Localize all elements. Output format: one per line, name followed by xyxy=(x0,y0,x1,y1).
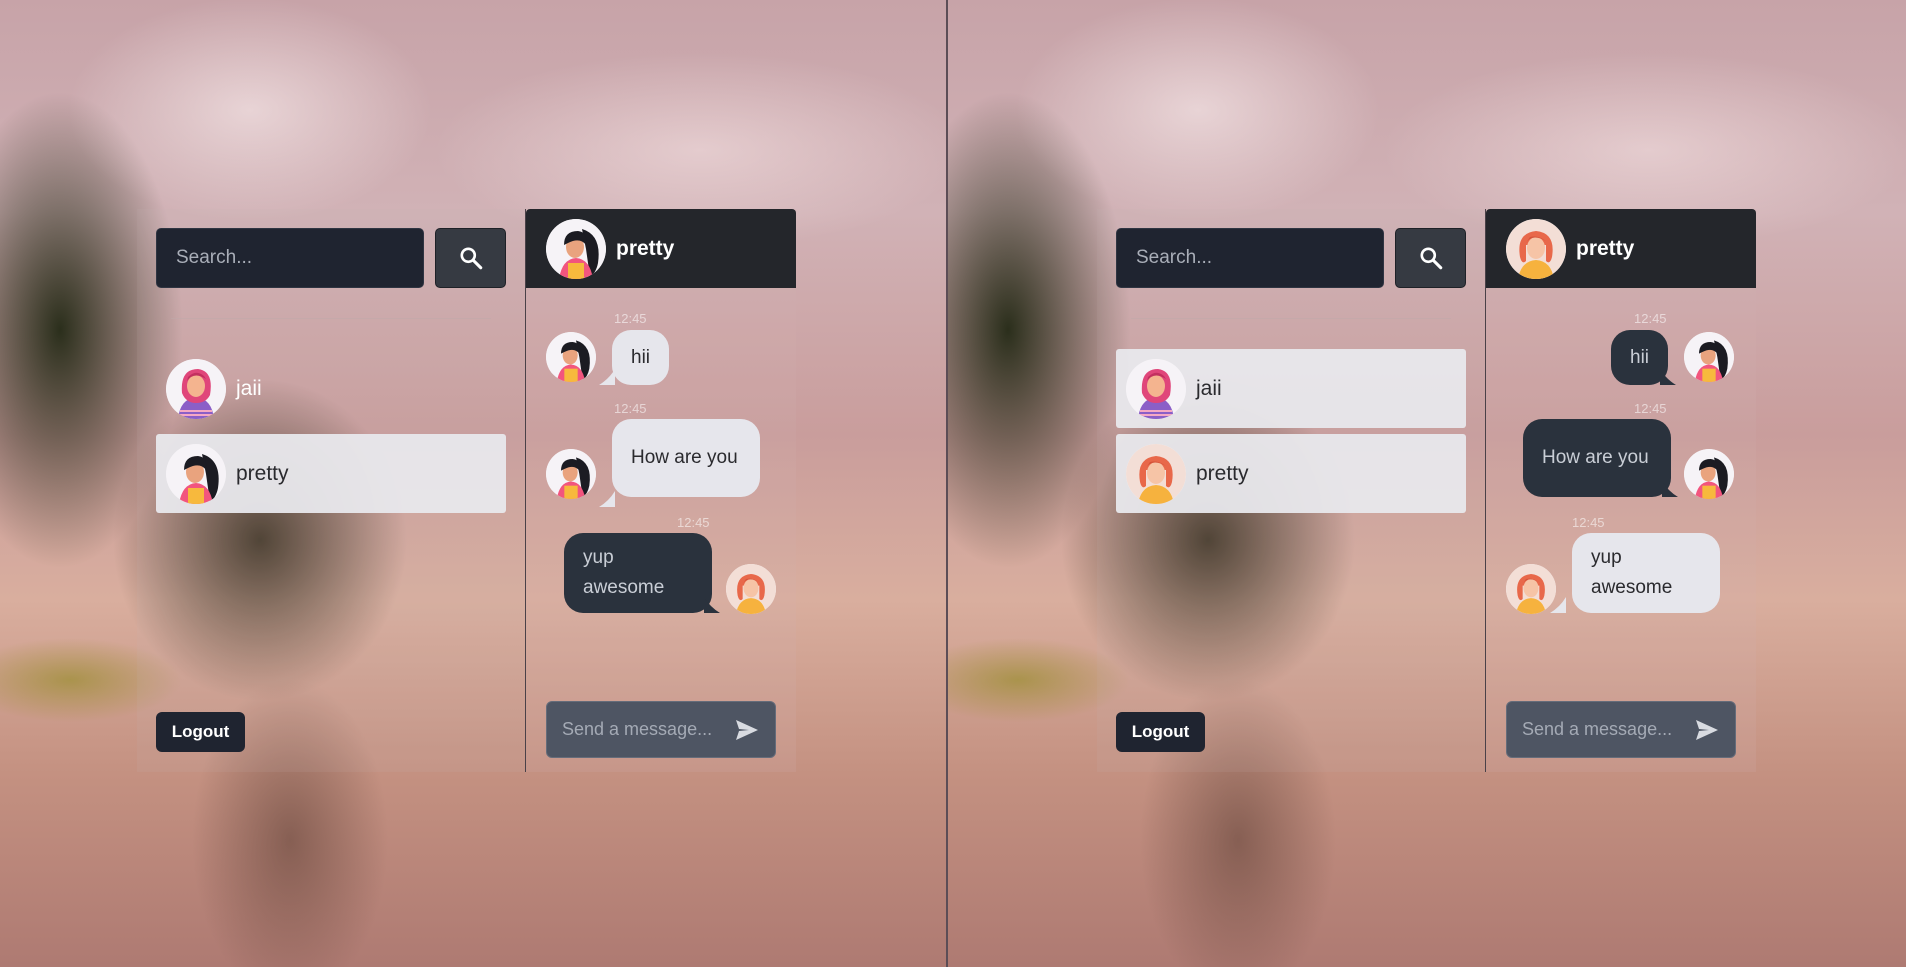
message-time: 12:45 xyxy=(1572,515,1605,530)
user-name: pretty xyxy=(1196,461,1249,485)
bubble-tail xyxy=(704,597,720,613)
avatar xyxy=(1506,564,1556,614)
right-pane: Search... jaii pretty Logout pretty 12:4… xyxy=(948,0,1906,967)
bubble-tail xyxy=(599,491,615,507)
chat-title: pretty xyxy=(1576,236,1635,260)
avatar xyxy=(1126,358,1186,419)
chat-app-card: Search... jaii pretty Logout pretty 12:4… xyxy=(1097,209,1756,772)
avatar xyxy=(546,332,596,382)
message-placeholder: Send a message... xyxy=(562,719,713,739)
message-time: 12:45 xyxy=(1634,311,1667,326)
search-icon xyxy=(1419,247,1442,270)
bubble-tail xyxy=(1662,481,1678,497)
search-input[interactable]: Search... xyxy=(156,228,424,288)
chat-header: pretty xyxy=(526,209,796,288)
message-time: 12:45 xyxy=(614,401,647,416)
message-time: 12:45 xyxy=(1634,401,1667,416)
avatar xyxy=(166,443,226,504)
logout-button[interactable]: Logout xyxy=(1116,712,1205,752)
user-item-pretty[interactable]: pretty xyxy=(156,434,506,513)
chat-panel: pretty 12:45 hii 12:45 How are you 12:45 xyxy=(1486,209,1756,772)
message-input[interactable]: Send a message... xyxy=(546,701,776,758)
send-icon xyxy=(736,719,758,740)
user-name: jaii xyxy=(236,376,262,400)
avatar xyxy=(546,449,596,499)
logout-button[interactable]: Logout xyxy=(156,712,245,752)
avatar xyxy=(546,218,606,279)
search-icon xyxy=(459,247,482,270)
chat-app-card: Search... jaii pretty Logout pretty 12:4… xyxy=(137,209,796,772)
chat-header: pretty xyxy=(1486,209,1756,288)
user-item-pretty[interactable]: pretty xyxy=(1116,434,1466,513)
chat-title: pretty xyxy=(616,236,675,260)
divider-line xyxy=(1131,318,1451,319)
divider-line xyxy=(171,318,491,319)
chat-panel: pretty 12:45 hii 12:45 How are you 12:45… xyxy=(526,209,796,772)
search-button[interactable] xyxy=(1395,228,1466,288)
avatar xyxy=(1506,218,1566,279)
avatar xyxy=(166,358,226,419)
user-item-jaii[interactable]: jaii xyxy=(156,349,506,428)
message-time: 12:45 xyxy=(614,311,647,326)
avatar xyxy=(1126,443,1186,504)
bubble-tail xyxy=(1660,369,1676,385)
bubble-tail xyxy=(1550,597,1566,613)
user-item-jaii[interactable]: jaii xyxy=(1116,349,1466,428)
left-pane: Search... jaii pretty Logout pretty 12:4… xyxy=(0,0,946,967)
sidebar: Search... jaii pretty Logout xyxy=(1097,209,1486,772)
message-time: 12:45 xyxy=(677,515,710,530)
avatar xyxy=(726,564,776,614)
message-placeholder: Send a message... xyxy=(1522,719,1673,739)
message-bubble: How are you xyxy=(1523,419,1671,497)
sidebar: Search... jaii pretty Logout xyxy=(137,209,526,772)
send-icon xyxy=(1696,719,1718,740)
search-button[interactable] xyxy=(435,228,506,288)
send-button[interactable] xyxy=(727,710,767,750)
avatar xyxy=(1684,449,1734,499)
user-name: jaii xyxy=(1196,376,1222,400)
avatar xyxy=(1684,332,1734,382)
message-bubble: yup awesome xyxy=(564,533,712,613)
user-name: pretty xyxy=(236,461,289,485)
message-input[interactable]: Send a message... xyxy=(1506,701,1736,758)
message-bubble: yup awesome xyxy=(1572,533,1720,613)
message-bubble: hii xyxy=(612,330,670,385)
message-bubble: How are you xyxy=(612,419,760,497)
search-input[interactable]: Search... xyxy=(1116,228,1384,288)
send-button[interactable] xyxy=(1687,710,1727,750)
